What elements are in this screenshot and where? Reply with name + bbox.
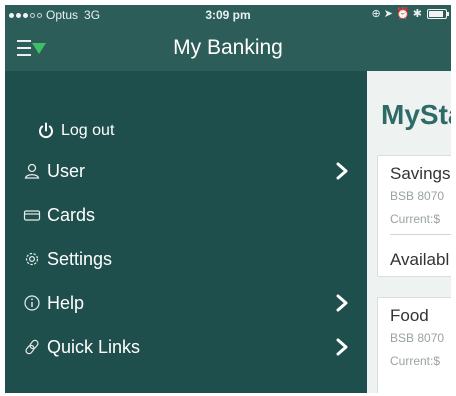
account-name: Food <box>390 306 429 325</box>
menu-item-settings[interactable]: Settings <box>21 241 383 277</box>
app-screen: Optus 3G 3:09 pm ⊕ ➤ ⏰ ✱ My Banking Log … <box>5 5 451 393</box>
side-menu: Log out User Cards Settings Help Quick L… <box>5 71 367 393</box>
account-bsb: BSB 8070 <box>390 189 445 203</box>
card-divider <box>390 234 451 235</box>
logout-button[interactable]: Log out <box>35 113 397 149</box>
gear-icon <box>21 248 43 270</box>
power-icon <box>35 120 57 142</box>
status-right: ⊕ ➤ ⏰ ✱ <box>371 7 449 20</box>
account-card-savings[interactable]: Savings BSB 8070 Current:$ Availabl <box>377 155 451 277</box>
menu-item-cards[interactable]: Cards <box>21 197 383 233</box>
account-card-food[interactable]: Food BSB 8070 Current:$ <box>377 297 451 393</box>
account-bsb: BSB 8070 <box>390 331 445 345</box>
chevron-right-icon <box>336 162 348 180</box>
menu-item-quick-links[interactable]: Quick Links <box>21 329 383 365</box>
menu-item-help[interactable]: Help <box>21 285 383 321</box>
content-panel: MySta Savings BSB 8070 Current:$ Availab… <box>367 71 451 393</box>
user-icon <box>21 160 43 182</box>
menu-item-label: Help <box>47 292 85 313</box>
menu-item-label: Settings <box>47 248 113 269</box>
nav-bar: My Banking <box>5 25 451 71</box>
account-current: Current:$ <box>390 354 441 368</box>
menu-item-label: User <box>47 160 86 181</box>
account-available: Availabl <box>390 250 450 269</box>
account-name: Savings <box>390 164 451 183</box>
page-title: My Banking <box>173 36 283 59</box>
card-icon <box>21 204 43 226</box>
account-current: Current:$ <box>390 212 441 226</box>
status-bar: Optus 3G 3:09 pm ⊕ ➤ ⏰ ✱ <box>5 5 451 25</box>
status-indicator-icons: ⊕ ➤ ⏰ ✱ <box>371 8 422 20</box>
chevron-right-icon <box>336 294 348 312</box>
menu-item-label: Quick Links <box>47 336 141 357</box>
chevron-right-icon <box>336 338 348 356</box>
battery-icon <box>427 8 449 19</box>
logout-label: Log out <box>61 122 115 139</box>
info-icon <box>21 292 43 314</box>
menu-item-user[interactable]: User <box>21 153 383 189</box>
content-title: MySta <box>381 99 451 130</box>
link-icon <box>21 336 43 358</box>
menu-item-label: Cards <box>47 204 96 225</box>
